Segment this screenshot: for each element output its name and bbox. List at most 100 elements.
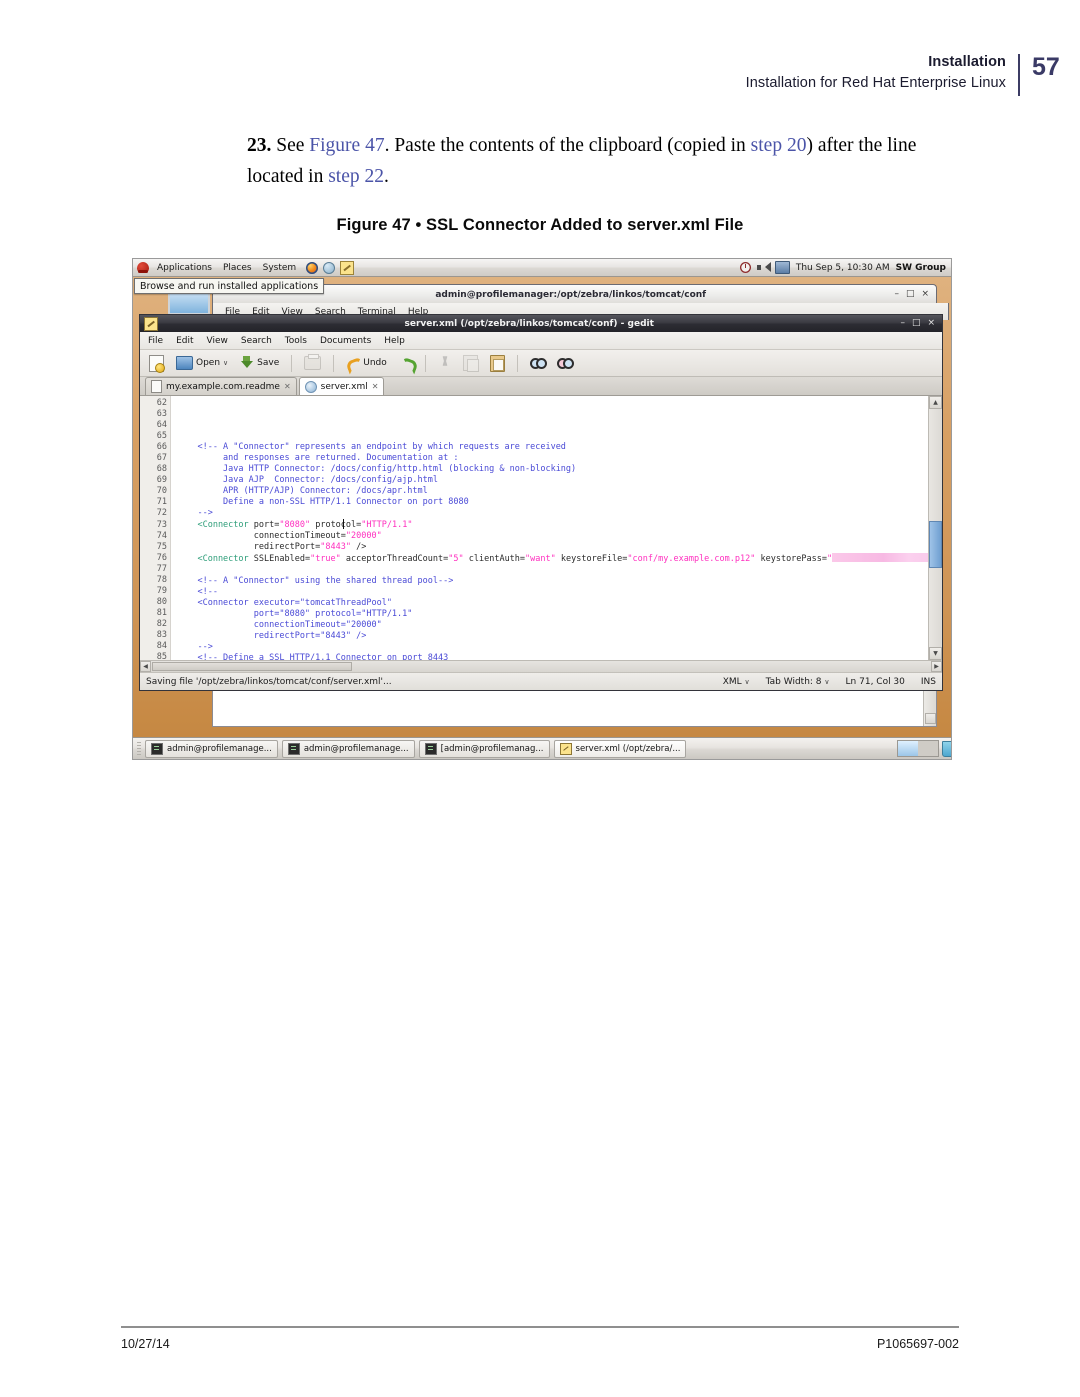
trash-icon[interactable] xyxy=(942,740,951,757)
editor-area[interactable]: 62 63 64 65 66 67 68 69 70 71 72 73 74 75 76 77 78 79 80 81… xyxy=(140,396,942,660)
workspace-1[interactable] xyxy=(898,741,918,756)
copy-button[interactable] xyxy=(460,354,481,372)
page-footer: 10/27/14 P1065697-002 xyxy=(121,1326,959,1351)
redo-button[interactable] xyxy=(396,356,416,370)
network-icon[interactable] xyxy=(774,261,790,274)
terminal-maximize-button[interactable]: □ xyxy=(906,290,915,299)
code-line: <!-- A "Connector" using the shared thre… xyxy=(177,576,928,587)
save-icon xyxy=(240,356,254,370)
code-token: port= xyxy=(248,519,280,530)
close-icon[interactable]: ✕ xyxy=(284,382,291,391)
terminal-vertical-scrollbar[interactable] xyxy=(923,690,936,726)
gedit-menu-file[interactable]: File xyxy=(148,336,163,346)
gedit-maximize-button[interactable]: □ xyxy=(912,319,921,328)
find-replace-button[interactable] xyxy=(554,356,576,371)
line-number: 83 xyxy=(156,629,167,640)
open-chevron-down-icon[interactable]: ∨ xyxy=(223,359,228,367)
editor-horizontal-scrollbar[interactable]: ◀ ▶ xyxy=(140,660,942,672)
gedit-title: server.xml (/opt/zebra/linkos/tomcat/con… xyxy=(404,318,654,329)
gedit-menu-documents[interactable]: Documents xyxy=(320,336,371,346)
code-line: <Connector SSLEnabled="true" acceptorThr… xyxy=(177,552,928,565)
taskbar-item-terminal-1[interactable]: admin@profilemanage... xyxy=(145,739,278,758)
scroll-right-icon[interactable]: ▶ xyxy=(931,661,942,672)
open-button[interactable]: Open ∨ xyxy=(173,355,231,371)
code-text[interactable]: <!-- A "Connector" represents an endpoin… xyxy=(171,396,928,660)
save-button[interactable]: Save xyxy=(237,355,282,371)
taskbar-item-terminal-2[interactable]: admin@profilemanage... xyxy=(281,739,415,758)
undo-button[interactable]: Undo xyxy=(343,356,390,370)
figure-cross-reference[interactable]: Figure 47 xyxy=(309,135,384,156)
firefox-icon[interactable] xyxy=(306,261,319,274)
panel-menu-places[interactable]: Places xyxy=(222,263,253,273)
gedit-window[interactable]: server.xml (/opt/zebra/linkos/tomcat/con… xyxy=(139,314,943,691)
editor-vertical-scrollbar[interactable]: ▲ ▼ xyxy=(928,396,942,660)
line-number: 75 xyxy=(156,541,167,552)
taskbar-item-label: admin@profilemanage... xyxy=(167,743,272,754)
gedit-menu-search[interactable]: Search xyxy=(241,336,272,346)
taskbar-grip[interactable] xyxy=(137,741,141,756)
line-number: 74 xyxy=(156,530,167,541)
print-button[interactable] xyxy=(301,354,324,371)
update-icon[interactable] xyxy=(739,262,751,273)
cut-button[interactable] xyxy=(435,355,454,371)
vertical-scrollbar-thumb[interactable] xyxy=(929,521,942,568)
tab-label: server.xml xyxy=(320,381,368,392)
code-token: "want" xyxy=(525,553,556,564)
find-button[interactable] xyxy=(527,356,548,371)
gedit-launcher-icon[interactable] xyxy=(340,260,355,275)
gedit-titlebar[interactable]: server.xml (/opt/zebra/linkos/tomcat/con… xyxy=(140,315,942,332)
terminal-minimize-button[interactable]: – xyxy=(894,290,899,299)
window-list-taskbar: admin@profilemanage... admin@profilemana… xyxy=(133,737,951,759)
close-icon[interactable]: ✕ xyxy=(372,382,379,391)
scroll-down-icon[interactable]: ▼ xyxy=(929,647,942,660)
gedit-minimize-button[interactable]: – xyxy=(900,319,905,328)
gedit-menu-tools[interactable]: Tools xyxy=(285,336,307,346)
cut-icon xyxy=(438,356,451,370)
code-token: --> xyxy=(177,508,213,519)
help-icon[interactable] xyxy=(323,261,336,274)
find-binoculars-icon xyxy=(529,357,547,370)
scroll-left-icon[interactable]: ◀ xyxy=(140,661,151,672)
line-number: 62 xyxy=(156,398,167,408)
code-token: redirectPort="8443" /> xyxy=(177,630,367,641)
taskbar-right-area xyxy=(897,740,951,757)
code-token: keystoreFile= xyxy=(555,553,628,564)
gedit-close-button[interactable]: × xyxy=(927,319,935,328)
step22-cross-reference[interactable]: step 22 xyxy=(328,166,384,187)
workspace-2[interactable] xyxy=(918,741,938,756)
gedit-menu-edit[interactable]: Edit xyxy=(176,336,193,346)
tab-my-example-readme[interactable]: my.example.com.readme ✕ xyxy=(145,377,297,395)
terminal-window-lower-body[interactable] xyxy=(212,690,937,727)
line-number: 80 xyxy=(156,596,167,607)
tab-server-xml[interactable]: server.xml ✕ xyxy=(298,377,385,395)
taskbar-item-terminal-3[interactable]: [admin@profilemanag... xyxy=(418,739,550,758)
step20-cross-reference[interactable]: step 20 xyxy=(751,135,807,156)
gedit-menu-view[interactable]: View xyxy=(207,336,228,346)
gedit-window-icon xyxy=(144,316,158,331)
terminal-close-button[interactable]: × xyxy=(921,290,929,299)
horizontal-scrollbar-thumb[interactable] xyxy=(152,662,352,671)
status-tab-width[interactable]: Tab Width: 8 ∨ xyxy=(766,677,830,687)
panel-menu-system[interactable]: System xyxy=(262,263,298,273)
new-document-button[interactable] xyxy=(146,354,167,373)
footer-document-number: P1065697-002 xyxy=(876,1337,959,1351)
taskbar-item-gedit[interactable]: server.xml (/opt/zebra/... xyxy=(553,739,687,758)
open-folder-icon xyxy=(176,356,193,370)
page-number: 57 xyxy=(1032,53,1060,81)
volume-icon[interactable] xyxy=(756,262,771,273)
line-number: 78 xyxy=(156,574,167,585)
line-number: 82 xyxy=(156,618,167,629)
gedit-menu-help[interactable]: Help xyxy=(384,336,405,346)
status-language[interactable]: XML ∨ xyxy=(723,677,750,687)
page-header: Installation Installation for Red Hat En… xyxy=(0,52,1080,96)
panel-user-group[interactable]: SW Group xyxy=(896,263,946,273)
panel-menu-applications[interactable]: Applications xyxy=(156,263,213,273)
code-token: keystorePass= xyxy=(755,553,828,564)
code-line: connectionTimeout="20000" xyxy=(177,620,928,631)
code-token: "HTTP/1.1" xyxy=(361,519,413,530)
workspace-switcher[interactable] xyxy=(897,740,939,757)
scroll-up-icon[interactable]: ▲ xyxy=(929,396,942,409)
panel-clock[interactable]: Thu Sep 5, 10:30 AM xyxy=(796,263,890,273)
line-number: 81 xyxy=(156,607,167,618)
paste-button[interactable] xyxy=(487,354,508,373)
